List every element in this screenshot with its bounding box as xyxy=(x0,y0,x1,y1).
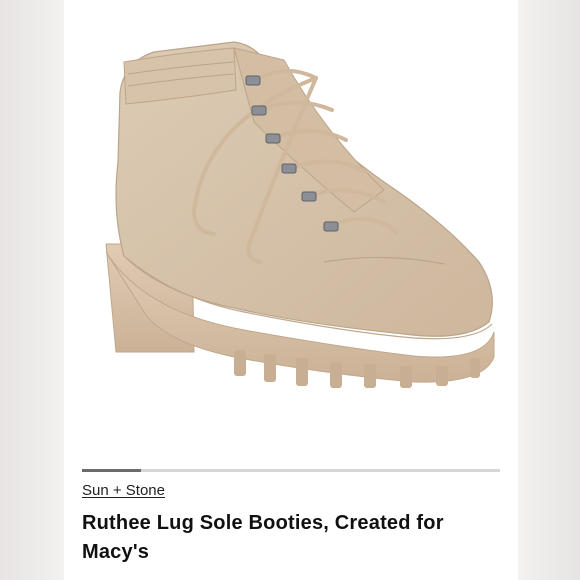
product-panel: Sun + Stone Ruthee Lug Sole Booties, Cre… xyxy=(64,0,518,580)
image-gallery-progress-fill xyxy=(82,469,141,472)
brand-link[interactable]: Sun + Stone xyxy=(82,482,165,499)
left-backdrop xyxy=(0,0,64,580)
product-title: Ruthee Lug Sole Booties, Created for Mac… xyxy=(82,512,444,563)
right-backdrop xyxy=(518,0,580,580)
image-gallery-progress xyxy=(82,469,500,472)
product-image[interactable] xyxy=(84,12,504,402)
boot-icon xyxy=(105,41,495,388)
